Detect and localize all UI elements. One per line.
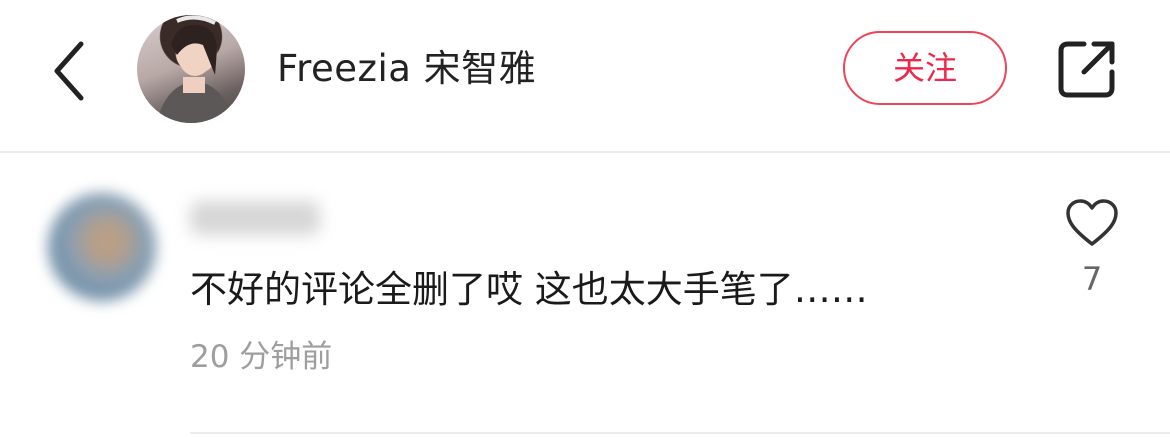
chevron-left-icon: [54, 41, 84, 101]
back-button[interactable]: [45, 36, 95, 106]
like-count: 7: [1081, 260, 1103, 298]
profile-header: Freezia 宋智雅 关注: [0, 0, 1170, 152]
like-button[interactable]: [1064, 197, 1120, 249]
share-external-icon: [1058, 41, 1115, 98]
follow-button[interactable]: 关注: [843, 31, 1007, 105]
commenter-avatar-blurred[interactable]: [48, 193, 156, 301]
user-avatar[interactable]: [137, 15, 245, 123]
user-name[interactable]: Freezia 宋智雅: [277, 44, 536, 94]
comment-text[interactable]: 不好的评论全删了哎 这也太大手笔了……: [190, 263, 868, 317]
avatar-image: [157, 15, 233, 123]
comment-divider: [190, 432, 1170, 434]
comment-item: 不好的评论全删了哎 这也太大手笔了…… 20 分钟前 7: [0, 153, 1170, 437]
comment-time: 20 分钟前: [190, 339, 333, 375]
heart-outline-icon: [1066, 199, 1118, 246]
commenter-name-blurred: [190, 201, 320, 235]
share-button[interactable]: [1054, 36, 1120, 102]
